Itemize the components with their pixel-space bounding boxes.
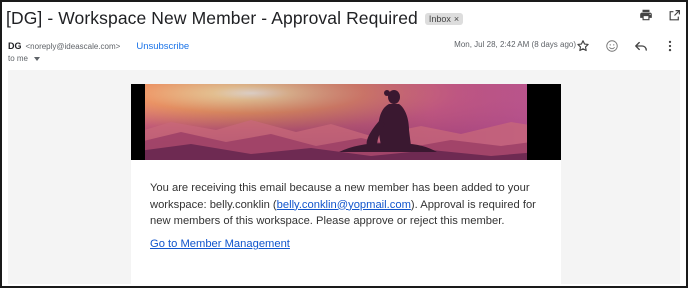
sender-name[interactable]: DG [8, 41, 22, 51]
remove-label-icon[interactable]: × [454, 14, 459, 24]
recipient-row[interactable]: to me [8, 54, 41, 63]
subject-row: [DG] - Workspace New Member - Approval R… [6, 6, 680, 30]
open-in-new-window-icon[interactable] [666, 7, 682, 23]
inbox-label-chip[interactable]: Inbox × [424, 13, 464, 25]
star-icon[interactable] [575, 38, 591, 54]
email-date: Mon, Jul 28, 2:42 AM (8 days ago) [454, 40, 576, 49]
sender-row: DG <noreply@ideascale.com> Unsubscribe M… [8, 38, 680, 54]
emoji-reaction-icon[interactable] [604, 38, 620, 54]
email-content-card: You are receiving this email because a n… [131, 84, 561, 284]
recipient-label: to me [8, 54, 29, 63]
print-icon[interactable] [638, 7, 654, 23]
message-actions [575, 38, 678, 54]
subject-actions [638, 7, 682, 23]
inbox-label-text: Inbox [428, 14, 451, 24]
email-subject: [DG] - Workspace New Member - Approval R… [6, 7, 418, 28]
member-management-link[interactable]: Go to Member Management [150, 238, 290, 250]
meditation-banner-image [131, 84, 561, 160]
unsubscribe-link[interactable]: Unsubscribe [136, 41, 189, 52]
sender-email: <noreply@ideascale.com> [25, 41, 121, 51]
email-message: You are receiving this email because a n… [150, 180, 545, 230]
more-vertical-icon[interactable] [662, 38, 678, 54]
chevron-down-icon[interactable] [34, 56, 41, 61]
reply-icon[interactable] [633, 38, 649, 54]
member-email-link[interactable]: belly.conklin@yopmail.com [277, 199, 411, 211]
email-view: [DG] - Workspace New Member - Approval R… [0, 0, 688, 288]
